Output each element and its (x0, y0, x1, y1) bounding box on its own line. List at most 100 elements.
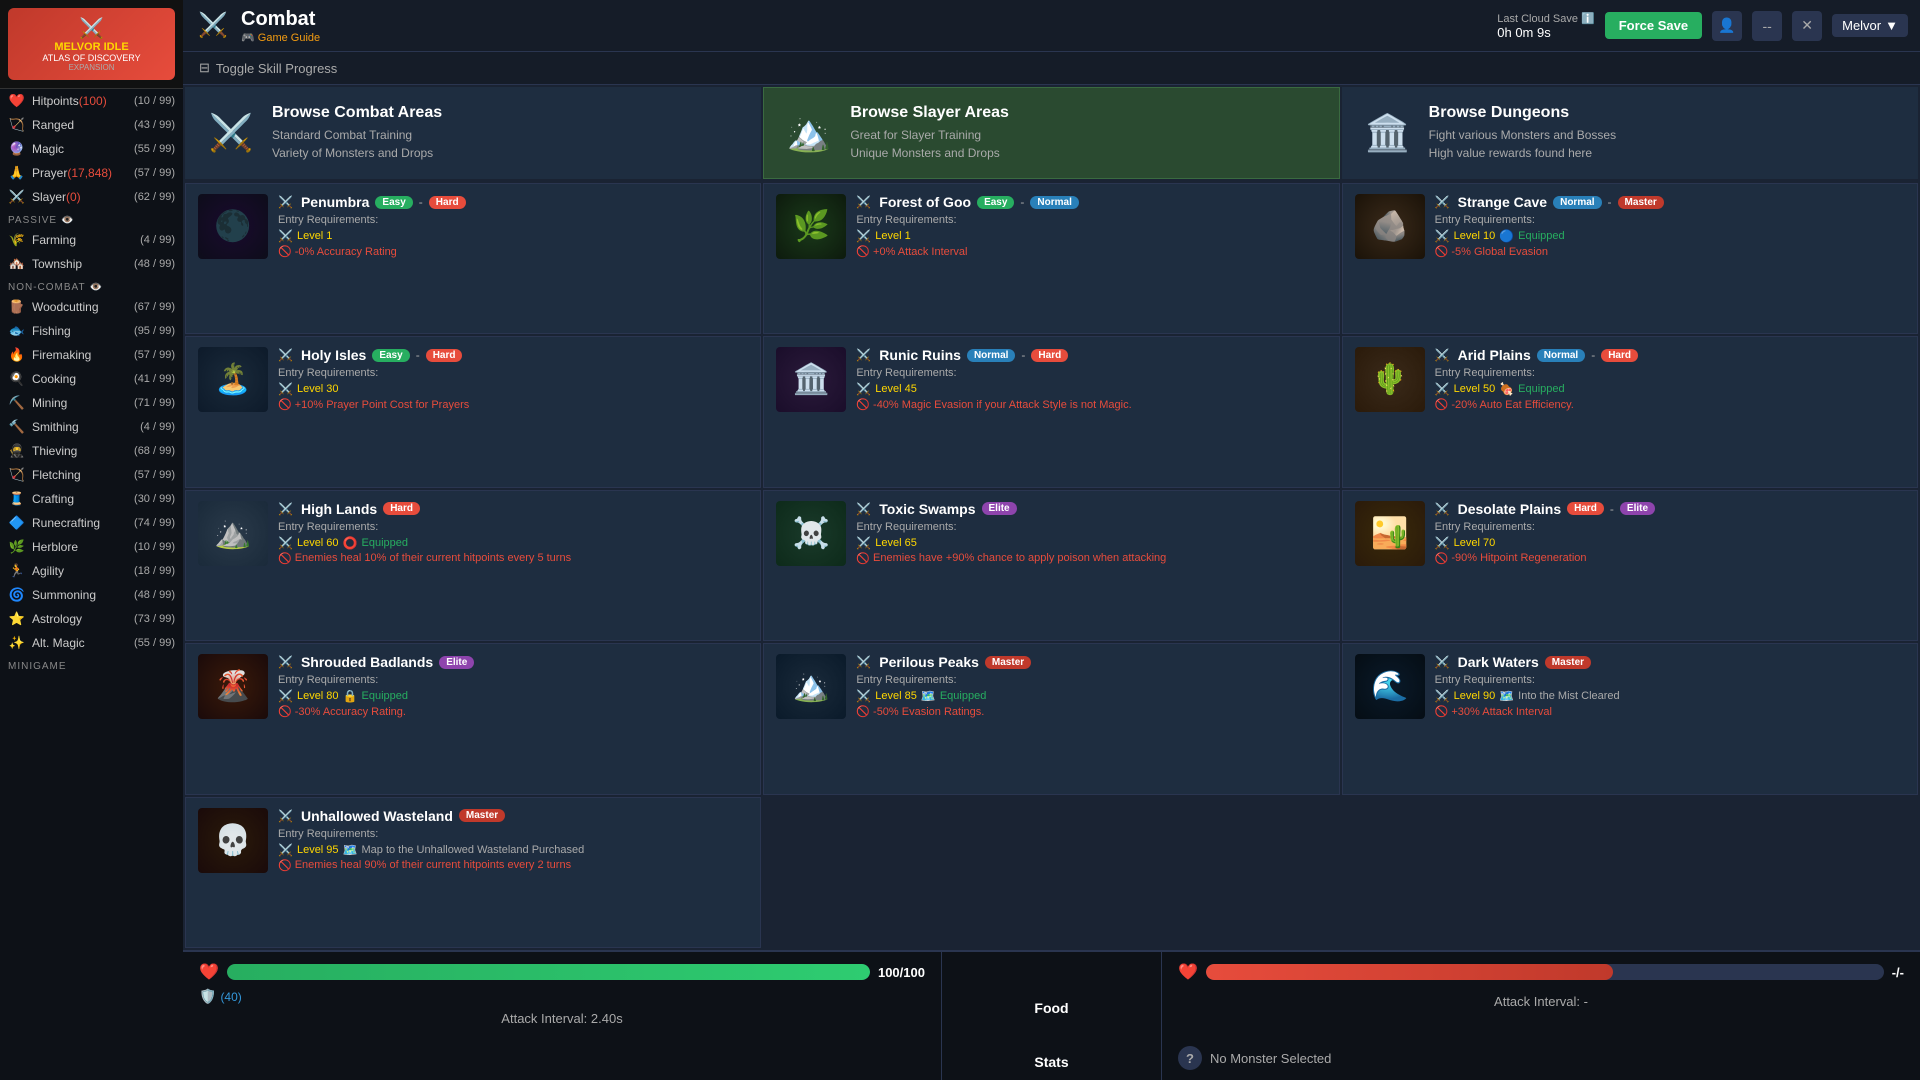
sidebar-item-herblore[interactable]: 🌿 Herblore (10 / 99) (0, 535, 183, 559)
highlands-req-level: Level 60 (297, 537, 339, 549)
agility-level: (18 / 99) (134, 565, 175, 577)
sidebar-item-agility[interactable]: 🏃 Agility (18 / 99) (0, 559, 183, 583)
sidebar-item-mining[interactable]: ⛏️ Mining (71 / 99) (0, 391, 183, 415)
sidebar-item-farming[interactable]: 🌾 Farming (4 / 99) (0, 228, 183, 252)
area-card-desolate-plains[interactable]: 🏜️ ⚔️ Desolate Plains Hard - Elite Entry… (1342, 490, 1918, 641)
cave-req-icon: ⚔️ (1435, 229, 1450, 243)
township-label: Township (32, 257, 134, 271)
highlands-req-row: ⚔️ Level 60 ⭕ Equipped (278, 536, 748, 550)
area-card-shrouded-badlands[interactable]: 🌋 ⚔️ Shrouded Badlands Elite Entry Requi… (185, 643, 761, 794)
shrouded-req-title: Entry Requirements: (278, 674, 748, 686)
runic-penalty: 🚫 -40% Magic Evasion if your Attack Styl… (856, 398, 1326, 411)
dark-extra-req: Into the Mist Cleared (1518, 690, 1620, 702)
sidebar-item-astrology[interactable]: ⭐ Astrology (73 / 99) (0, 607, 183, 631)
sidebar-item-slayer[interactable]: ⚔️ Slayer(0) (62 / 99) (0, 185, 183, 209)
summoning-icon: 🌀 (8, 586, 26, 604)
sidebar-item-altmagic[interactable]: ✨ Alt. Magic (55 / 99) (0, 631, 183, 655)
area-card-high-lands[interactable]: ⛰️ ⚔️ High Lands Hard Entry Requirements… (185, 490, 761, 641)
perilous-req-title: Entry Requirements: (856, 674, 1326, 686)
shrouded-penalty-icon: 🚫 (278, 705, 292, 718)
shrouded-req-level: Level 80 (297, 690, 339, 702)
unhallowed-req-icon: ⚔️ (278, 843, 293, 857)
browse-dungeons-icon: 🏛️ (1363, 112, 1413, 154)
shield-icon: 🛡️ (199, 988, 216, 1005)
sidebar-item-summoning[interactable]: 🌀 Summoning (48 / 99) (0, 583, 183, 607)
arid-sep: - (1591, 348, 1595, 362)
runic-sep: - (1021, 348, 1025, 362)
area-card-toxic-swamps[interactable]: ☠️ ⚔️ Toxic Swamps Elite Entry Requireme… (763, 490, 1339, 641)
toggle-skill-progress-button[interactable]: ⊟ Toggle Skill Progress (199, 60, 337, 76)
runic-req-title: Entry Requirements: (856, 367, 1326, 379)
cloud-save-time: 0h 0m 9s (1497, 25, 1594, 40)
ranged-label: Ranged (32, 118, 134, 132)
firemaking-level: (57 / 99) (134, 349, 175, 361)
runic-penalty-icon: 🚫 (856, 398, 870, 411)
penumbra-badge-easy: Easy (375, 196, 412, 209)
altmagic-label: Alt. Magic (32, 636, 134, 650)
unhallowed-req-row: ⚔️ Level 95 🗺️ Map to the Unhallowed Was… (278, 843, 748, 857)
cave-req-level: Level 10 (1454, 230, 1496, 242)
cave-penalty: 🚫 -5% Global Evasion (1435, 245, 1905, 258)
arid-name: Arid Plains (1458, 347, 1531, 363)
perilous-penalty: 🚫 -50% Evasion Ratings. (856, 705, 1326, 718)
sidebar-item-township[interactable]: 🏘️ Township (48 / 99) (0, 252, 183, 276)
runic-image: 🏛️ (776, 347, 846, 412)
area-card-forest-of-goo[interactable]: 🌿 ⚔️ Forest of Goo Easy - Normal Entry R… (763, 183, 1339, 334)
logo-area: ⚔️ MELVOR IDLE ATLAS OF DISCOVERY EXPANS… (0, 0, 183, 89)
sidebar-item-smithing[interactable]: 🔨 Smithing (4 / 99) (0, 415, 183, 439)
toxic-info: ⚔️ Toxic Swamps Elite Entry Requirements… (856, 501, 1326, 565)
penumbra-req-icon: ⚔️ (278, 229, 293, 243)
sidebar-item-cooking[interactable]: 🍳 Cooking (41 / 99) (0, 367, 183, 391)
cave-penalty-icon: 🚫 (1435, 245, 1449, 258)
desolate-req-title: Entry Requirements: (1435, 521, 1905, 533)
sidebar-item-crafting[interactable]: 🧵 Crafting (30 / 99) (0, 487, 183, 511)
area-card-dark-waters[interactable]: 🌊 ⚔️ Dark Waters Master Entry Requiremen… (1342, 643, 1918, 794)
runic-info: ⚔️ Runic Ruins Normal - Hard Entry Requi… (856, 347, 1326, 411)
browse-combat-card[interactable]: ⚔️ Browse Combat Areas Standard Combat T… (185, 87, 761, 179)
penumbra-name: Penumbra (301, 194, 369, 210)
passive-label: PASSIVE👁️ (0, 209, 183, 228)
browse-slayer-card[interactable]: 🏔️ Browse Slayer Areas Great for Slayer … (763, 87, 1339, 179)
close-button[interactable]: ✕ (1792, 11, 1822, 41)
area-card-runic-ruins[interactable]: 🏛️ ⚔️ Runic Ruins Normal - Hard Entry Re… (763, 336, 1339, 487)
player-attack-interval: Attack Interval: 2.40s (199, 1011, 925, 1026)
force-save-button[interactable]: Force Save (1605, 12, 1702, 39)
holy-req-level: Level 30 (297, 383, 339, 395)
area-card-holy-isles[interactable]: 🏝️ ⚔️ Holy Isles Easy - Hard Entry Requi… (185, 336, 761, 487)
sidebar-item-runecrafting[interactable]: 🔷 Runecrafting (74 / 99) (0, 511, 183, 535)
area-card-strange-cave[interactable]: 🪨 ⚔️ Strange Cave Normal - Master Entry … (1342, 183, 1918, 334)
sidebar-item-thieving[interactable]: 🥷 Thieving (68 / 99) (0, 439, 183, 463)
browse-dungeons-card[interactable]: 🏛️ Browse Dungeons Fight various Monster… (1342, 87, 1918, 179)
sidebar-item-firemaking[interactable]: 🔥 Firemaking (57 / 99) (0, 343, 183, 367)
crafting-level: (30 / 99) (134, 493, 175, 505)
township-icon: 🏘️ (8, 255, 26, 273)
sidebar-item-magic[interactable]: 🔮 Magic (55 / 99) (0, 137, 183, 161)
forest-image: 🌿 (776, 194, 846, 259)
profile-icon-button[interactable]: 👤 (1712, 11, 1742, 41)
highlands-penalty: 🚫 Enemies heal 10% of their current hitp… (278, 552, 748, 565)
area-card-arid-plains[interactable]: 🌵 ⚔️ Arid Plains Normal - Hard Entry Req… (1342, 336, 1918, 487)
dark-info: ⚔️ Dark Waters Master Entry Requirements… (1435, 654, 1905, 718)
sidebar-item-hitpoints[interactable]: ❤️ Hitpoints(100) (10 / 99) (0, 89, 183, 113)
crafting-icon: 🧵 (8, 490, 26, 508)
sidebar-item-prayer[interactable]: 🙏 Prayer(17,848) (57 / 99) (0, 161, 183, 185)
settings-button[interactable]: -- (1752, 11, 1782, 41)
area-card-unhallowed-wasteland[interactable]: 💀 ⚔️ Unhallowed Wasteland Master Entry R… (185, 797, 761, 948)
thieving-icon: 🥷 (8, 442, 26, 460)
area-card-penumbra[interactable]: 🌑 ⚔️ Penumbra Easy - Hard Entry Requirem… (185, 183, 761, 334)
sidebar-item-fletching[interactable]: 🏹 Fletching (57 / 99) (0, 463, 183, 487)
topbar-titles: Combat 🎮 Game Guide (241, 8, 320, 44)
user-menu-button[interactable]: Melvor ▼ (1832, 14, 1908, 37)
sidebar-item-ranged[interactable]: 🏹 Ranged (43 / 99) (0, 113, 183, 137)
area-card-perilous-peaks[interactable]: 🏔️ ⚔️ Perilous Peaks Master Entry Requir… (763, 643, 1339, 794)
penumbra-sep: - (419, 195, 423, 209)
desolate-sep: - (1610, 502, 1614, 516)
sidebar-item-woodcutting[interactable]: 🪵 Woodcutting (67 / 99) (0, 295, 183, 319)
arid-info: ⚔️ Arid Plains Normal - Hard Entry Requi… (1435, 347, 1905, 411)
thieving-label: Thieving (32, 444, 134, 458)
highlands-equipped-label: Equipped (362, 537, 409, 549)
bottom-panel: ❤️ 100/100 🛡️ (40) Attack Interval: 2.40… (183, 950, 1920, 1080)
forest-info: ⚔️ Forest of Goo Easy - Normal Entry Req… (856, 194, 1326, 258)
sidebar-item-fishing[interactable]: 🐟 Fishing (95 / 99) (0, 319, 183, 343)
arid-combat-icon: ⚔️ (1435, 348, 1450, 362)
